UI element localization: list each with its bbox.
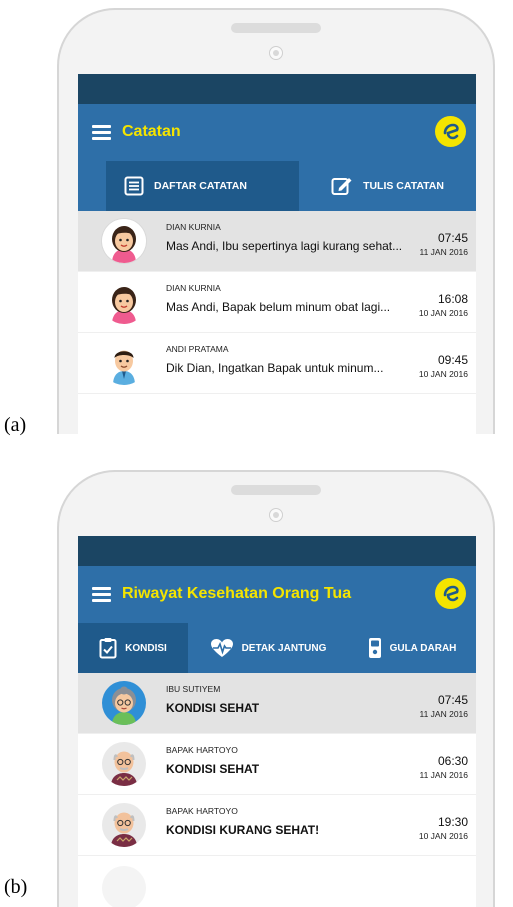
speaker-grille (231, 23, 321, 33)
tab-label: KONDISI (125, 642, 167, 654)
front-camera (269, 508, 283, 522)
patient-name: IBU SUTIYEM (166, 684, 221, 694)
tab-detak-jantung[interactable]: DETAK JANTUNG (188, 623, 348, 673)
screen-b: Riwayat Kesehatan Orang Tua KONDISI DETA… (78, 536, 476, 907)
tab-kondisi[interactable]: KONDISI (78, 623, 188, 673)
hamburger-menu-icon[interactable] (92, 587, 111, 602)
message-date: 10 JAN 2016 (418, 308, 468, 318)
hamburger-menu-icon[interactable] (92, 125, 111, 140)
glucose-meter-icon (368, 637, 382, 659)
tab-label: DAFTAR CATATAN (154, 180, 247, 192)
app-logo-icon[interactable] (435, 578, 466, 609)
tab-bar: DAFTAR CATATAN TULIS CATATAN (78, 161, 476, 211)
message-time: 09:45 (437, 353, 468, 367)
patient-name: BAPAK HARTOYO (166, 806, 238, 816)
grandfather-avatar-icon (102, 803, 146, 847)
record-date: 11 JAN 2016 (419, 709, 468, 719)
tab-tulis-catatan[interactable]: TULIS CATATAN (299, 161, 476, 211)
man-avatar-icon (102, 341, 146, 385)
tab-gula-darah[interactable]: GULA DARAH (348, 623, 476, 673)
figure-label-a: (a) (4, 414, 27, 436)
message-preview: Mas Andi, Bapak belum minum obat lagi... (166, 300, 391, 314)
record-time: 06:30 (437, 754, 468, 768)
record-date: 10 JAN 2016 (418, 831, 468, 841)
tab-label: TULIS CATATAN (363, 180, 444, 192)
tab-label: GULA DARAH (389, 642, 457, 654)
tab-daftar-catatan[interactable]: DAFTAR CATATAN (106, 161, 299, 211)
woman-avatar-icon (102, 219, 146, 263)
grandfather-avatar-icon (102, 742, 146, 786)
app-bar: Riwayat Kesehatan Orang Tua (78, 566, 476, 623)
tab-bar: KONDISI DETAK JANTUNG GULA DARAH (78, 623, 476, 673)
list-item[interactable]: BAPAK HARTOYO KONDISI KURANG SEHAT! 19:3… (78, 795, 476, 856)
list-item[interactable]: DIAN KURNIA Mas Andi, Ibu sepertinya lag… (78, 211, 476, 272)
app-logo-icon[interactable] (435, 116, 466, 147)
phone-frame-b: Riwayat Kesehatan Orang Tua KONDISI DETA… (57, 470, 495, 907)
speaker-grille (231, 485, 321, 495)
condition-status: KONDISI SEHAT (166, 701, 260, 715)
condition-status: KONDISI KURANG SEHAT! (166, 823, 320, 837)
condition-status: KONDISI SEHAT (166, 762, 260, 776)
list-item[interactable]: BAPAK HARTOYO KONDISI SEHAT 06:30 11 JAN… (78, 734, 476, 795)
message-preview: Dik Dian, Ingatkan Bapak untuk minum... (166, 361, 384, 375)
message-preview: Mas Andi, Ibu sepertinya lagi kurang seh… (166, 239, 403, 253)
figure-label-b: (b) (4, 876, 28, 898)
avatar-icon (102, 866, 146, 907)
message-date: 10 JAN 2016 (418, 369, 468, 379)
record-time: 19:30 (437, 815, 468, 829)
list-item[interactable]: DIAN KURNIA Mas Andi, Bapak belum minum … (78, 272, 476, 333)
message-time: 16:08 (437, 292, 468, 306)
front-camera (269, 46, 283, 60)
grandmother-avatar-icon (102, 681, 146, 725)
clipboard-icon (99, 637, 117, 659)
status-bar (78, 74, 476, 104)
list-icon (124, 176, 144, 196)
list-item[interactable]: IBU SUTIYEM KONDISI SEHAT 07:45 11 JAN 2… (78, 673, 476, 734)
list-item[interactable]: ANDI PRATAMA Dik Dian, Ingatkan Bapak un… (78, 333, 476, 394)
message-time: 07:45 (437, 231, 468, 245)
patient-name: BAPAK HARTOYO (166, 745, 238, 755)
edit-icon (331, 176, 353, 196)
phone-frame-a: Catatan DAFTAR CATATAN TULIS CATATAN DIA… (57, 8, 495, 434)
list-item-partial[interactable] (78, 856, 476, 907)
app-bar: Catatan (78, 104, 476, 161)
tab-label: DETAK JANTUNG (241, 642, 327, 654)
notes-list: DIAN KURNIA Mas Andi, Ibu sepertinya lag… (78, 211, 476, 394)
message-date: 11 JAN 2016 (419, 247, 468, 257)
sender-name: DIAN KURNIA (166, 222, 221, 232)
record-date: 11 JAN 2016 (419, 770, 468, 780)
woman-avatar-icon (102, 280, 146, 324)
screen-a: Catatan DAFTAR CATATAN TULIS CATATAN DIA… (78, 74, 476, 434)
page-title: Catatan (122, 123, 181, 140)
status-bar (78, 536, 476, 566)
page-title: Riwayat Kesehatan Orang Tua (122, 585, 352, 602)
condition-list: IBU SUTIYEM KONDISI SEHAT 07:45 11 JAN 2… (78, 673, 476, 907)
heartbeat-icon (210, 638, 234, 658)
sender-name: ANDI PRATAMA (166, 344, 229, 354)
record-time: 07:45 (437, 693, 468, 707)
sender-name: DIAN KURNIA (166, 283, 221, 293)
